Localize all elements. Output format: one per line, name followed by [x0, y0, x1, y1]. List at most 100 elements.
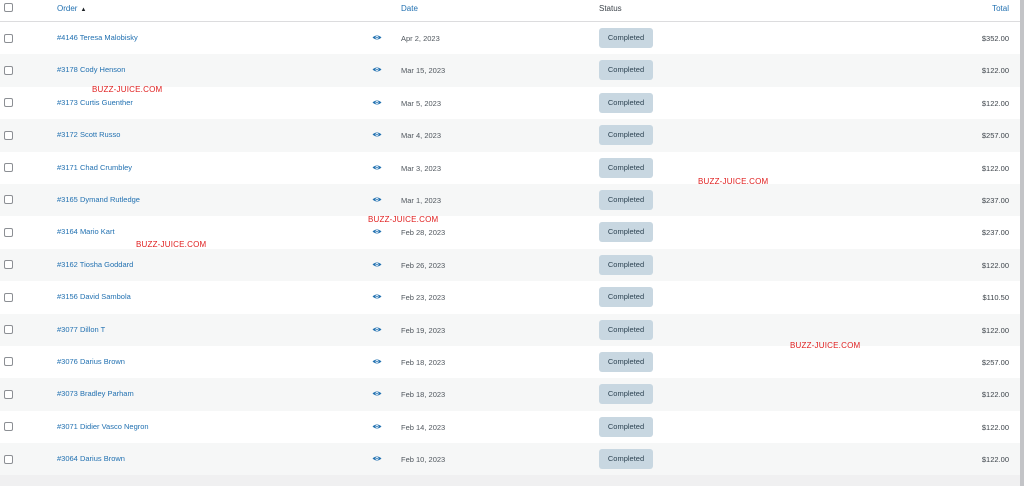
- table-row[interactable]: #3156 David Sambola Feb 23, 2023 Completed…: [0, 281, 1024, 314]
- order-column-label: Order: [57, 4, 78, 13]
- status-badge: Completed: [599, 287, 653, 308]
- order-link[interactable]: #3076 Darius Brown: [57, 357, 125, 366]
- order-date: Feb 19, 2023: [401, 325, 446, 335]
- table-row[interactable]: #3071 Didier Vasco Negron Feb 14, 2023 Com…: [0, 410, 1024, 444]
- order-link[interactable]: #3165 Dymand Rutledge: [57, 195, 140, 204]
- order-date: Mar 3, 2023: [401, 163, 442, 173]
- order-link[interactable]: #3173 Curtis Guenther: [57, 98, 133, 107]
- table-row[interactable]: #3165 Dymand Rutledge Mar 1, 2023 Complete…: [0, 183, 1024, 217]
- eye-icon[interactable]: [372, 99, 382, 106]
- eye-icon[interactable]: [372, 164, 382, 171]
- table-row[interactable]: #3077 Dillon T Feb 19, 2023 Completed $122.…: [0, 313, 1024, 346]
- order-total: $110.50: [982, 293, 1009, 303]
- status-badge: Completed: [599, 254, 653, 275]
- row-checkbox[interactable]: [4, 389, 13, 399]
- row-checkbox[interactable]: [4, 163, 13, 173]
- row-checkbox[interactable]: [4, 227, 13, 237]
- date-column-header[interactable]: Date: [401, 4, 418, 13]
- watermark: BUZZ-JUICE.COM: [92, 85, 163, 94]
- row-checkbox[interactable]: [4, 130, 13, 140]
- status-badge: Completed: [599, 319, 653, 340]
- eye-icon[interactable]: [372, 131, 382, 138]
- row-checkbox[interactable]: [4, 65, 13, 75]
- order-total: $122.00: [981, 98, 1009, 108]
- select-all-checkbox[interactable]: [4, 3, 13, 12]
- eye-icon[interactable]: [372, 34, 382, 41]
- order-total: $122.00: [981, 66, 1009, 76]
- order-date: Feb 26, 2023: [401, 260, 446, 270]
- order-date: Feb 18, 2023: [401, 357, 446, 367]
- order-link[interactable]: #3171 Chad Crumbley: [57, 163, 132, 172]
- eye-icon[interactable]: [372, 358, 382, 365]
- row-checkbox[interactable]: [4, 357, 13, 367]
- eye-icon[interactable]: [372, 423, 382, 430]
- eye-icon[interactable]: [372, 228, 382, 235]
- table-row[interactable]: #4146 Teresa Malobisky Apr 2, 2023 Complet…: [0, 22, 1024, 55]
- orders-table: Order ▲ Date Status Total #4146 Teresa Ma…: [0, 0, 1024, 476]
- order-link[interactable]: #3071 Didier Vasco Negron: [57, 422, 149, 431]
- table-row[interactable]: #3076 Darius Brown Feb 18, 2023 Completed $…: [0, 345, 1024, 379]
- order-total: $352.00: [981, 34, 1009, 43]
- table-header: Order ▲ Date Status Total: [0, 0, 1024, 22]
- watermark: BUZZ-JUICE.COM: [790, 341, 861, 350]
- row-checkbox[interactable]: [4, 195, 13, 205]
- eye-icon[interactable]: [372, 66, 382, 73]
- order-column-header[interactable]: Order ▲: [57, 4, 86, 13]
- eye-icon[interactable]: [372, 261, 382, 268]
- table-row[interactable]: #3064 Darius Brown Feb 10, 2023 Completed $…: [0, 443, 1024, 476]
- sort-ascending-icon: ▲: [80, 7, 87, 13]
- eye-icon[interactable]: [372, 390, 382, 397]
- order-link[interactable]: #4146 Teresa Malobisky: [57, 33, 138, 42]
- status-badge: Completed: [599, 125, 653, 146]
- order-total: $122.00: [981, 422, 1009, 432]
- order-link[interactable]: #3164 Mario Kart: [57, 227, 115, 236]
- eye-icon[interactable]: [372, 293, 382, 300]
- order-link[interactable]: #3073 Bradley Parham: [57, 389, 134, 398]
- order-date: Mar 15, 2023: [401, 66, 446, 76]
- order-total: $122.00: [981, 325, 1009, 335]
- status-column-header: Status: [599, 4, 622, 13]
- order-link[interactable]: #3077 Dillon T: [57, 325, 105, 334]
- status-badge: Completed: [599, 449, 653, 470]
- row-checkbox[interactable]: [4, 98, 13, 108]
- order-total: $257.00: [981, 131, 1009, 141]
- watermark: BUZZ-JUICE.COM: [698, 177, 769, 186]
- row-checkbox[interactable]: [4, 292, 13, 302]
- order-total: $122.00: [981, 390, 1009, 400]
- table-row[interactable]: #3162 Tiosha Goddard Feb 26, 2023 Complete…: [0, 248, 1024, 282]
- order-date: Feb 23, 2023: [401, 293, 446, 303]
- order-link[interactable]: #3162 Tiosha Goddard: [57, 260, 133, 269]
- order-total: $122.00: [981, 455, 1009, 465]
- total-column-header[interactable]: Total: [992, 4, 1009, 13]
- scrollbar[interactable]: [1020, 0, 1024, 486]
- order-date: Feb 28, 2023: [401, 228, 446, 238]
- status-badge: Completed: [599, 384, 653, 405]
- row-checkbox[interactable]: [4, 260, 13, 270]
- eye-icon[interactable]: [372, 196, 382, 203]
- row-checkbox[interactable]: [4, 454, 13, 464]
- watermark: BUZZ-JUICE.COM: [368, 215, 439, 224]
- status-badge: Completed: [599, 157, 653, 178]
- order-link[interactable]: #3156 David Sambola: [57, 292, 131, 301]
- table-row[interactable]: #3172 Scott Russo Mar 4, 2023 Completed $25…: [0, 119, 1024, 152]
- order-link[interactable]: #3172 Scott Russo: [57, 130, 120, 139]
- table-row[interactable]: #3171 Chad Crumbley Mar 3, 2023 Completed $…: [0, 151, 1024, 184]
- order-date: Feb 14, 2023: [401, 422, 446, 432]
- status-badge: Completed: [599, 351, 653, 372]
- watermark: BUZZ-JUICE.COM: [136, 240, 207, 249]
- eye-icon[interactable]: [372, 455, 382, 462]
- status-badge: Completed: [599, 189, 653, 210]
- order-total: $257.00: [981, 357, 1009, 367]
- status-badge: Completed: [599, 28, 653, 48]
- table-row[interactable]: #3073 Bradley Parham Feb 18, 2023 Complete…: [0, 378, 1024, 411]
- order-total: $122.00: [981, 163, 1009, 173]
- status-badge: Completed: [599, 222, 653, 243]
- eye-icon[interactable]: [372, 326, 382, 333]
- row-checkbox[interactable]: [4, 422, 13, 432]
- table-row[interactable]: #3178 Cody Henson Mar 15, 2023 Completed $1…: [0, 54, 1024, 87]
- row-checkbox[interactable]: [4, 33, 13, 43]
- row-checkbox[interactable]: [4, 325, 13, 335]
- order-date: Mar 4, 2023: [401, 131, 442, 141]
- order-link[interactable]: #3178 Cody Henson: [57, 65, 125, 74]
- order-link[interactable]: #3064 Darius Brown: [57, 454, 125, 463]
